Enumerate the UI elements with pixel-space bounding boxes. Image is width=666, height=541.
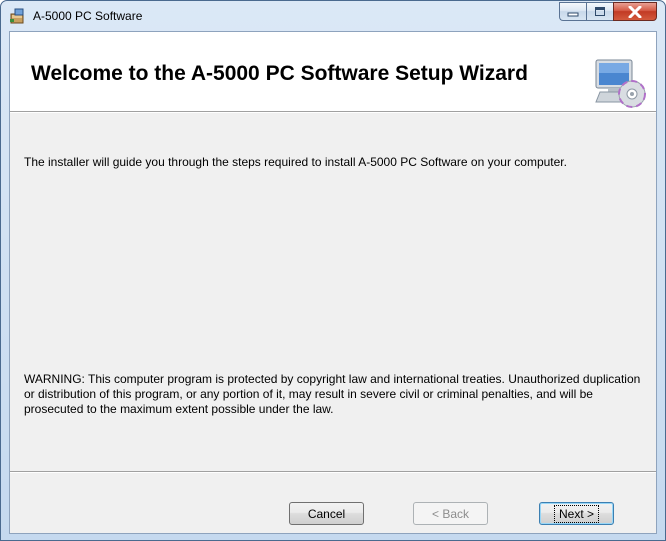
cancel-button[interactable]: Cancel <box>289 502 364 525</box>
cancel-button-label: Cancel <box>307 506 346 521</box>
close-icon <box>628 5 642 18</box>
wizard-banner: Welcome to the A-5000 PC Software Setup … <box>10 32 656 112</box>
banner-divider <box>10 112 656 113</box>
caption-buttons <box>559 2 657 22</box>
button-separator <box>10 471 656 473</box>
copyright-warning: WARNING: This computer program is protec… <box>24 372 641 416</box>
maximize-icon <box>595 7 605 16</box>
minimize-button[interactable] <box>559 2 586 21</box>
maximize-button[interactable] <box>586 2 613 21</box>
wizard-client-area: Welcome to the A-5000 PC Software Setup … <box>9 31 657 534</box>
window-title: A-5000 PC Software <box>33 9 143 23</box>
next-button[interactable]: Next > <box>539 502 614 525</box>
intro-text: The installer will guide you through the… <box>24 155 567 169</box>
title-bar[interactable]: A-5000 PC Software <box>1 1 665 31</box>
computer-cd-icon <box>595 59 646 108</box>
back-button-label: < Back <box>431 506 470 521</box>
installer-window: A-5000 PC Software Welcome to the A-5000… <box>0 0 666 541</box>
next-button-label: Next > <box>553 504 599 523</box>
wizard-heading: Welcome to the A-5000 PC Software Setup … <box>31 62 528 85</box>
close-button[interactable] <box>613 2 657 21</box>
minimize-icon <box>567 12 579 16</box>
back-button[interactable]: < Back <box>413 502 488 525</box>
installer-app-icon <box>10 8 24 24</box>
